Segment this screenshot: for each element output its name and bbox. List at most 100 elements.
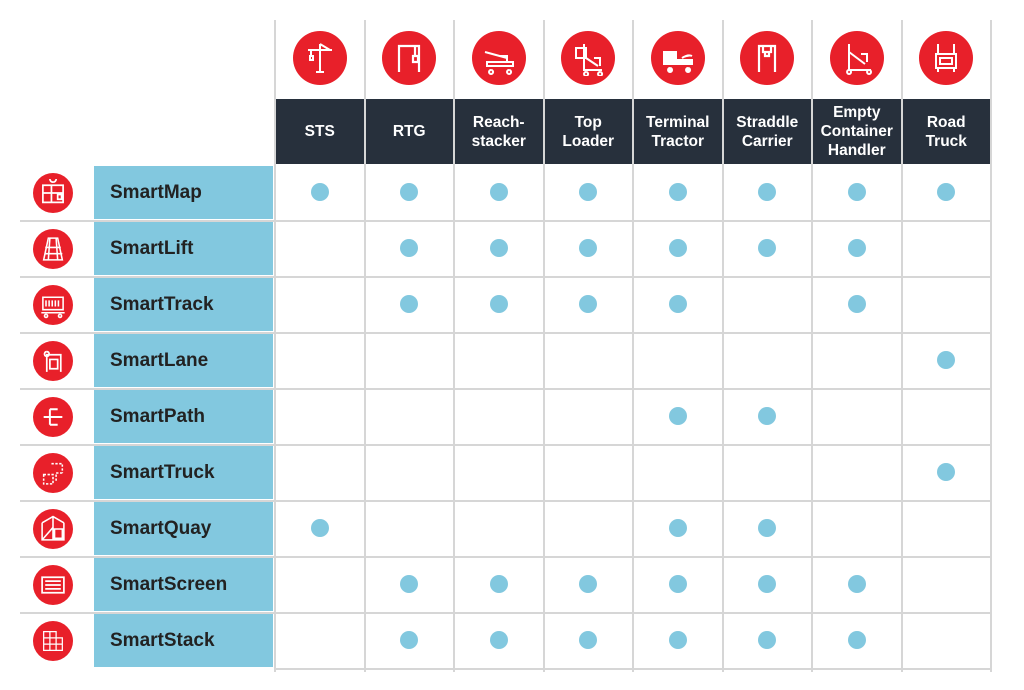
row-label-text: SmartMap (110, 181, 202, 203)
rtg-crane-icon (382, 31, 437, 85)
column-header-label: RTG (392, 123, 426, 140)
column-header: Empty Container Handler (813, 99, 901, 164)
row-label: SmartTrack (94, 278, 273, 331)
column-header-label: STS (304, 123, 335, 140)
row-label-text: SmartLane (110, 349, 209, 371)
support-dot (668, 407, 687, 425)
support-dot (400, 239, 419, 257)
support-dot (489, 295, 508, 313)
smarttrack-icon-glyph (41, 296, 65, 319)
support-dot (758, 575, 777, 593)
reach-stacker-icon-glyph (484, 51, 514, 75)
row-label: SmartStack (94, 614, 273, 667)
row-label-text: SmartTruck (110, 461, 215, 483)
smarttrack-icon (33, 285, 73, 325)
support-dot (758, 183, 777, 201)
row-label-text: SmartQuay (110, 517, 212, 539)
support-dot (937, 463, 956, 481)
row-label-text: SmartLift (110, 237, 194, 259)
smarttruck-icon-glyph (42, 462, 64, 485)
column-header: STS (276, 99, 364, 164)
row-label: SmartQuay (94, 502, 273, 555)
smartmap-icon (33, 173, 73, 213)
terminal-tractor-icon (650, 31, 705, 85)
support-dot (400, 631, 419, 649)
smarttruck-icon (33, 453, 73, 493)
smartpath-icon-glyph (43, 408, 63, 426)
row-label: SmartTruck (94, 446, 273, 499)
straddle-carrier-icon (740, 31, 795, 85)
column-header: Terminal Tractor (634, 99, 722, 164)
row-label: SmartPath (94, 390, 273, 443)
top-loader-icon-glyph (575, 44, 604, 76)
row-label: SmartScreen (94, 558, 273, 611)
support-dot (579, 295, 598, 313)
support-dot (400, 295, 419, 313)
smartstack-icon-glyph (43, 631, 63, 651)
row-label: SmartMap (94, 166, 273, 219)
grid-line-horizontal (275, 668, 992, 670)
row-label: SmartLift (94, 222, 273, 275)
column-header-label: Reach- stacker (471, 113, 526, 150)
rtg-crane-icon-glyph (398, 44, 421, 72)
smartquay-icon-glyph (41, 515, 65, 541)
support-dot (579, 183, 598, 201)
support-dot (847, 575, 866, 593)
empty-container-handler-icon (829, 31, 884, 85)
support-dot (847, 239, 866, 257)
empty-container-handler-icon-glyph (845, 44, 872, 75)
straddle-carrier-icon-glyph (758, 44, 777, 72)
support-dot (758, 631, 777, 649)
row-label-text: SmartStack (110, 629, 215, 651)
column-header: Reach- stacker (455, 99, 543, 164)
column-header-label: Road Truck (925, 113, 967, 150)
support-dot (668, 295, 687, 313)
smartlane-icon-glyph (43, 350, 62, 372)
support-dot (937, 351, 956, 369)
smartlift-icon (33, 229, 73, 269)
column-header: Road Truck (902, 99, 990, 164)
smartlane-icon (33, 341, 73, 381)
column-header-label: Top Loader (562, 113, 615, 150)
top-loader-icon (561, 31, 616, 85)
support-dot (310, 519, 329, 537)
smartpath-icon (33, 397, 73, 437)
support-dot (668, 183, 687, 201)
support-dot (758, 239, 777, 257)
support-dot (668, 519, 687, 537)
smartscreen-icon (33, 565, 73, 605)
row-label-text: SmartPath (110, 405, 206, 427)
support-dot (579, 239, 598, 257)
support-dot (489, 239, 508, 257)
column-header-label: Empty Container Handler (820, 104, 893, 159)
support-dot (668, 239, 687, 257)
smartscreen-icon-glyph (41, 576, 65, 594)
column-header: Straddle Carrier (723, 99, 811, 164)
support-dot (400, 575, 419, 593)
column-header: RTG (365, 99, 453, 164)
support-dot (847, 631, 866, 649)
support-dot (937, 183, 956, 201)
support-dot (758, 519, 777, 537)
support-dot (579, 575, 598, 593)
support-dot (847, 295, 866, 313)
support-dot (758, 407, 777, 425)
support-dot (579, 631, 598, 649)
column-header-label: Terminal Tractor (646, 113, 710, 150)
support-dot (489, 575, 508, 593)
row-label: SmartLane (94, 334, 273, 387)
sts-crane-icon-glyph (307, 43, 332, 73)
reach-stacker-icon (471, 31, 526, 85)
road-truck-icon (919, 31, 974, 85)
road-truck-icon-glyph (935, 44, 958, 72)
row-label-text: SmartTrack (110, 293, 214, 315)
support-dot (310, 183, 329, 201)
smartlift-icon-glyph (42, 237, 64, 261)
support-dot (847, 183, 866, 201)
grid-line-vertical (990, 20, 992, 672)
sts-crane-icon (292, 31, 347, 85)
smartstack-icon (33, 621, 73, 661)
row-label-text: SmartScreen (110, 573, 228, 595)
column-header: Top Loader (544, 99, 632, 164)
support-dot (489, 183, 508, 201)
